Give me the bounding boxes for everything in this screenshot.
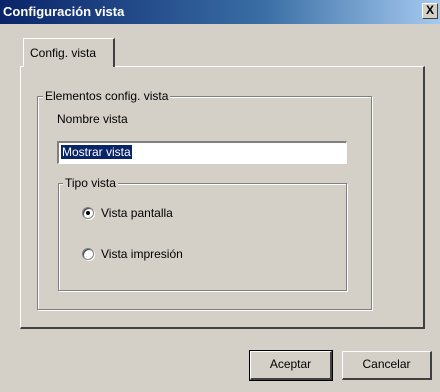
view-name-input[interactable]: Mostrar vista xyxy=(57,141,347,164)
title-bar[interactable]: Configuración vista X xyxy=(0,0,440,24)
radio-screen-view-label: Vista pantalla xyxy=(101,206,173,220)
view-name-value: Mostrar vista xyxy=(61,145,132,159)
accept-button[interactable]: Aceptar xyxy=(249,350,333,381)
view-type-group xyxy=(58,183,347,291)
window-title: Configuración vista xyxy=(3,4,125,19)
dialog-window: Configuración vista X Config. vista Elem… xyxy=(0,0,440,392)
cancel-button[interactable]: Cancelar xyxy=(342,351,432,380)
view-type-legend: Tipo vista xyxy=(63,176,118,190)
radio-unselected-icon[interactable] xyxy=(82,248,94,260)
tab-config-vista[interactable]: Config. vista xyxy=(23,38,115,67)
close-button[interactable]: X xyxy=(422,3,438,19)
view-name-label: Nombre vista xyxy=(57,112,128,126)
radio-selected-icon[interactable] xyxy=(82,207,94,219)
close-icon: X xyxy=(425,3,434,17)
view-settings-legend: Elementos config. vista xyxy=(43,89,171,103)
tab-label: Config. vista xyxy=(30,46,97,60)
radio-print-view-label: Vista impresión xyxy=(101,247,183,261)
